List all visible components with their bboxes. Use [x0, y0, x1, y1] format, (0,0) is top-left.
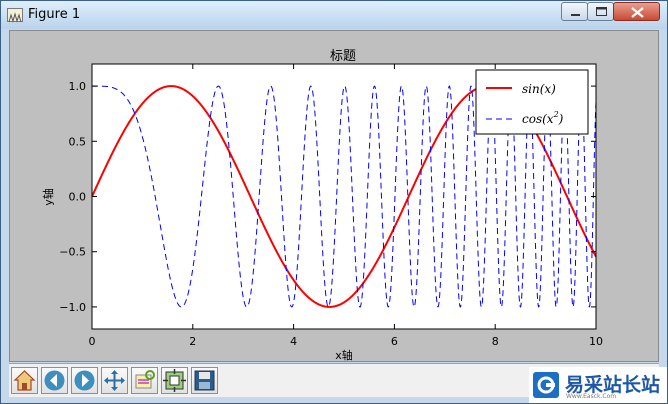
back-arrow-icon	[44, 370, 65, 391]
configure-subplots-button[interactable]	[161, 367, 188, 394]
y-tick-label: 0.0	[69, 191, 87, 204]
x-tick-label: 2	[189, 335, 196, 348]
y-tick-label: 1.0	[69, 80, 87, 93]
x-tick-label: 4	[290, 335, 297, 348]
save-icon	[194, 370, 215, 391]
site-watermark: 易采站长站 Www.Easck.Com	[529, 367, 667, 403]
save-button[interactable]	[191, 367, 218, 394]
x-tick-label: 8	[492, 335, 499, 348]
configure-subplots-icon	[163, 369, 186, 392]
chart-title: 标题	[330, 49, 356, 64]
pan-button[interactable]	[101, 367, 128, 394]
x-tick-label: 10	[589, 335, 603, 348]
y-tick-label: 0.5	[69, 135, 87, 148]
y-tick-label: −1.0	[59, 301, 86, 314]
watermark-logo-icon	[533, 372, 559, 398]
x-axis-label: x轴	[335, 348, 353, 361]
figure-canvas[interactable]: 标题 0 2 4 6 8 10 −1.0 −0.5 0.0 0.5 1.0 y轴 x轴 sin(x)…	[9, 30, 659, 362]
maximize-button[interactable]	[587, 2, 614, 21]
x-tick-label: 0	[89, 335, 96, 348]
y-axis-label: y轴	[41, 188, 55, 206]
home-icon	[13, 370, 36, 391]
matplotlib-app-icon	[7, 8, 23, 23]
zoom-rect-icon	[135, 370, 155, 389]
watermark-subtext: Www.Easck.Com	[566, 393, 617, 400]
forward-button[interactable]	[71, 367, 98, 394]
pan-icon	[104, 370, 125, 391]
close-button[interactable]	[613, 2, 660, 21]
forward-arrow-icon	[74, 370, 95, 391]
minimize-button[interactable]	[561, 2, 588, 21]
figure-window: Figure 1 标题 0 2 4 6 8 10 −1.0 −0.5 0.0 0.5 1.0 y轴 …	[0, 0, 668, 404]
home-button[interactable]	[11, 367, 38, 394]
legend: sin(x) cos(x2)	[475, 69, 589, 135]
back-button[interactable]	[41, 367, 68, 394]
y-tick-label: −0.5	[59, 246, 86, 259]
title-bar[interactable]: Figure 1	[1, 1, 667, 29]
x-tick-label: 6	[391, 335, 398, 348]
zoom-button[interactable]	[131, 367, 158, 394]
line-chart: 标题 0 2 4 6 8 10 −1.0 −0.5 0.0 0.5 1.0 y轴 x轴 sin(x)…	[41, 49, 603, 361]
window-title: Figure 1	[28, 7, 81, 22]
legend-label-sin: sin(x)	[522, 82, 556, 96]
